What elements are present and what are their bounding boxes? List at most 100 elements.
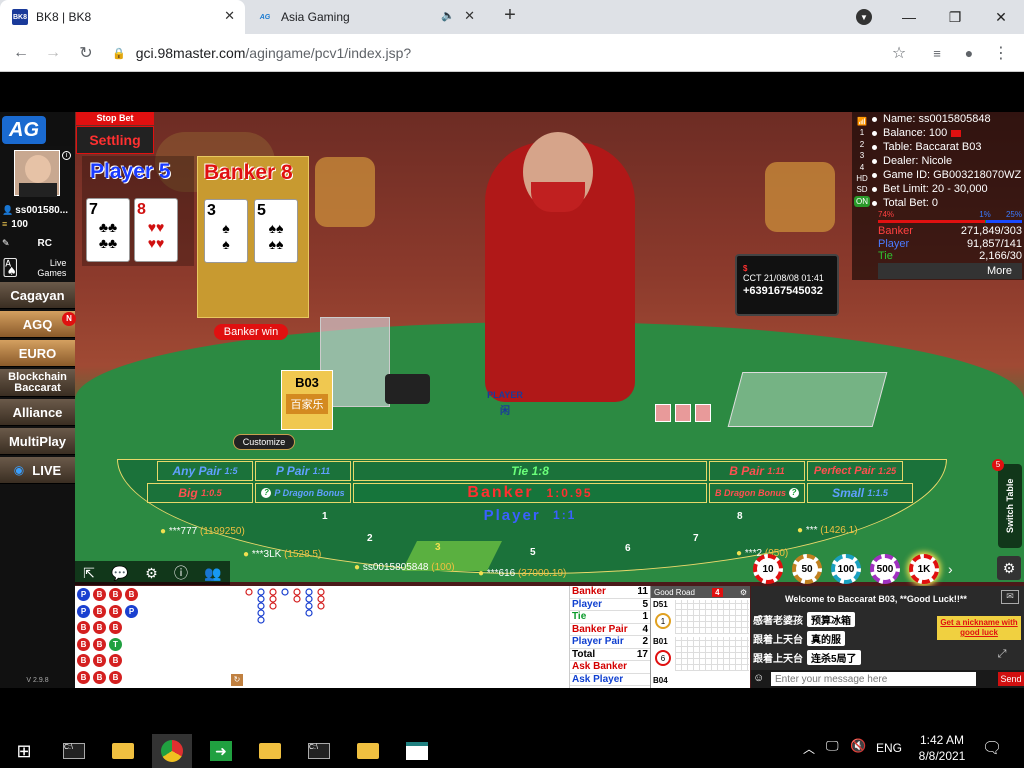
- big-road-mark: [317, 595, 325, 603]
- stat-value: 17: [636, 648, 648, 660]
- url-field[interactable]: 🔒 gci.98master.com/agingame/pcv1/index.j…: [112, 39, 912, 67]
- chip-50[interactable]: 50: [792, 554, 822, 584]
- gear-icon[interactable]: ⚙: [740, 588, 747, 597]
- stat-row[interactable]: Ask Player: [570, 674, 650, 686]
- menu-icon[interactable]: ⋮: [990, 42, 1012, 64]
- file-explorer-icon[interactable]: [103, 734, 143, 768]
- good-road-grid: [675, 637, 749, 671]
- bead-road: PPBBBBBBBBBBBBBTBBBP ↻: [75, 586, 569, 688]
- app-arrow-icon[interactable]: ➜: [201, 734, 241, 768]
- language-indicator[interactable]: ENG: [876, 741, 902, 755]
- mail-icon[interactable]: ✉: [1001, 590, 1019, 604]
- media-queue-icon[interactable]: ≡: [926, 42, 948, 64]
- chevron-up-icon[interactable]: ︿: [803, 740, 815, 757]
- bet-small[interactable]: Small 1:1.5: [807, 483, 913, 503]
- card-rank: 5: [257, 202, 266, 219]
- back-icon[interactable]: ←: [10, 42, 32, 64]
- notification-icon[interactable]: 🗨: [982, 738, 1002, 758]
- more-button[interactable]: More: [878, 263, 1022, 279]
- good-road-table: B01: [653, 637, 668, 646]
- browser-tab-asia-gaming[interactable]: AG Asia Gaming 🔈 ✕: [245, 0, 485, 34]
- sidebar-item-live[interactable]: ◉ LIVE: [0, 457, 75, 484]
- bookmark-star-icon[interactable]: ☆: [888, 42, 910, 64]
- speaker-icon[interactable]: 🔈: [441, 9, 455, 22]
- bet-p-dragon-bonus[interactable]: ? P Dragon Bonus: [255, 483, 351, 503]
- gear-icon[interactable]: ⚙: [997, 556, 1021, 580]
- avatar[interactable]: [14, 150, 60, 197]
- game-toolbar: ⇱ 💬 ⚙ ⓘ 👥: [75, 561, 230, 585]
- info-icon[interactable]: ⓘ: [174, 563, 188, 583]
- help-icon[interactable]: ?: [261, 488, 272, 498]
- expand-icon[interactable]: ⤢: [991, 648, 1013, 666]
- emoji-icon[interactable]: ☺: [753, 672, 767, 686]
- send-button[interactable]: Send: [998, 672, 1024, 686]
- bet-any-pair[interactable]: Any Pair 1:5: [157, 461, 253, 481]
- bet-b-dragon-bonus[interactable]: B Dragon Bonus?: [709, 483, 805, 503]
- chat-icon[interactable]: 💬: [111, 565, 128, 582]
- help-icon[interactable]: ?: [789, 488, 799, 498]
- terminal-icon[interactable]: C:\: [54, 734, 94, 768]
- stat-row[interactable]: Ask Banker: [570, 661, 650, 674]
- network-icon[interactable]: 🖵: [826, 738, 839, 754]
- exit-icon[interactable]: ⇱: [83, 565, 95, 582]
- window-app-icon[interactable]: [397, 734, 437, 768]
- terminal-icon[interactable]: C:\: [299, 734, 339, 768]
- big-road-mark: [317, 588, 325, 596]
- settings-icon[interactable]: ⚙: [145, 565, 158, 582]
- card-reader: [385, 374, 430, 404]
- folder-icon[interactable]: [250, 734, 290, 768]
- bet-p-pair[interactable]: P Pair 1:11: [255, 461, 351, 481]
- browser-tab-bk8[interactable]: BK8 BK8 | BK8 ✕: [0, 0, 245, 34]
- sidebar-item-alliance[interactable]: Alliance: [0, 399, 75, 426]
- customize-button[interactable]: Customize: [233, 434, 295, 450]
- sidebar-item-euro[interactable]: EURO: [0, 340, 75, 367]
- player-label: Player: [90, 160, 154, 183]
- restore-icon[interactable]: ❐: [932, 0, 978, 34]
- volume-muted-icon[interactable]: 🔇: [850, 738, 866, 754]
- chip-500[interactable]: 500: [870, 554, 900, 584]
- profile-icon[interactable]: ●: [958, 42, 980, 64]
- tab-search-icon[interactable]: ▼: [856, 9, 872, 25]
- bet-tie[interactable]: Tie 1:8: [353, 461, 707, 481]
- close-tab-icon[interactable]: ✕: [464, 8, 475, 24]
- chrome-icon[interactable]: [152, 734, 192, 768]
- good-road-grid: [675, 600, 749, 634]
- banker-pct: 74%: [878, 210, 895, 219]
- nickname-button[interactable]: Get a nickname with good luck: [937, 616, 1021, 640]
- switch-table-button[interactable]: Switch Table: [998, 464, 1022, 548]
- sidebar-item-blockchain[interactable]: Blockchain Baccarat: [0, 369, 75, 397]
- reload-icon[interactable]: ↻: [75, 42, 97, 64]
- big-road-mark: [245, 588, 253, 596]
- clock[interactable]: 1:42 AM 8/8/2021: [912, 732, 972, 764]
- chip-1k[interactable]: 1K: [909, 554, 939, 584]
- sidebar-item-cagayan[interactable]: Cagayan: [0, 282, 75, 309]
- bet-odds: 1:0.5: [201, 488, 222, 498]
- rc-button[interactable]: ✎ RC: [2, 236, 74, 250]
- folder-icon[interactable]: [348, 734, 388, 768]
- chip-10[interactable]: 10: [753, 554, 783, 584]
- bead: B: [93, 588, 106, 601]
- new-tab-icon[interactable]: +: [498, 4, 522, 28]
- windows-start-icon[interactable]: ⊞: [4, 734, 44, 768]
- sidebar-item-multiplay[interactable]: MultiPlay: [0, 428, 75, 455]
- side-num: 2: [859, 139, 865, 149]
- info-name: Name: ss0015805848: [883, 113, 991, 125]
- bet-big[interactable]: Big 1:0.5: [147, 483, 253, 503]
- chat-input[interactable]: [771, 672, 976, 686]
- close-tab-icon[interactable]: ✕: [224, 8, 235, 24]
- info-icon[interactable]: i: [62, 151, 71, 160]
- bet-perfect-pair[interactable]: Perfect Pair 1:25: [807, 461, 903, 481]
- bead: B: [93, 670, 106, 684]
- chevron-right-icon[interactable]: ›: [948, 561, 953, 577]
- chat-users-icon[interactable]: 👥: [204, 565, 221, 582]
- bet-b-pair[interactable]: B Pair 1:11: [709, 461, 805, 481]
- bet-banker[interactable]: Banker 1:0.95: [353, 483, 707, 503]
- bet-player[interactable]: Player 1:1: [353, 505, 707, 525]
- chip-100[interactable]: 100: [831, 554, 861, 584]
- bead: P: [77, 588, 90, 601]
- player-icon: ●: [354, 562, 361, 573]
- minimize-icon[interactable]: —: [886, 0, 932, 34]
- close-window-icon[interactable]: ✕: [978, 0, 1024, 34]
- forward-icon[interactable]: →: [42, 42, 64, 64]
- live-games-button[interactable]: 🂡 Live Games: [2, 256, 74, 280]
